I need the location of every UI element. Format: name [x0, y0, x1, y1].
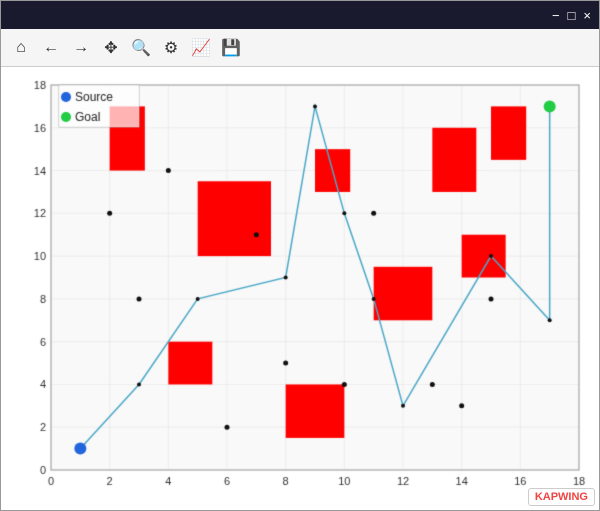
settings-icon[interactable]: ⚙ — [159, 36, 183, 60]
chart-icon[interactable]: 📈 — [189, 36, 213, 60]
figure-window: − □ × ⌂ ← → ✥ 🔍 ⚙ 📈 💾 KAPWING — [0, 0, 600, 511]
plot-canvas — [1, 75, 599, 510]
kapwing-badge: KAPWING — [528, 488, 595, 506]
window-controls[interactable]: − □ × — [552, 8, 591, 23]
plot-area: KAPWING — [1, 75, 599, 510]
minimize-button[interactable]: − — [552, 8, 560, 23]
toolbar: ⌂ ← → ✥ 🔍 ⚙ 📈 💾 — [1, 29, 599, 67]
info-bar — [1, 67, 599, 75]
save-icon[interactable]: 💾 — [219, 36, 243, 60]
zoom-icon[interactable]: 🔍 — [129, 36, 153, 60]
maximize-button[interactable]: □ — [568, 8, 576, 23]
forward-icon[interactable]: → — [69, 36, 93, 60]
pan-icon[interactable]: ✥ — [99, 36, 123, 60]
close-button[interactable]: × — [583, 8, 591, 23]
back-icon[interactable]: ← — [39, 36, 63, 60]
home-icon[interactable]: ⌂ — [9, 36, 33, 60]
title-bar: − □ × — [1, 1, 599, 29]
